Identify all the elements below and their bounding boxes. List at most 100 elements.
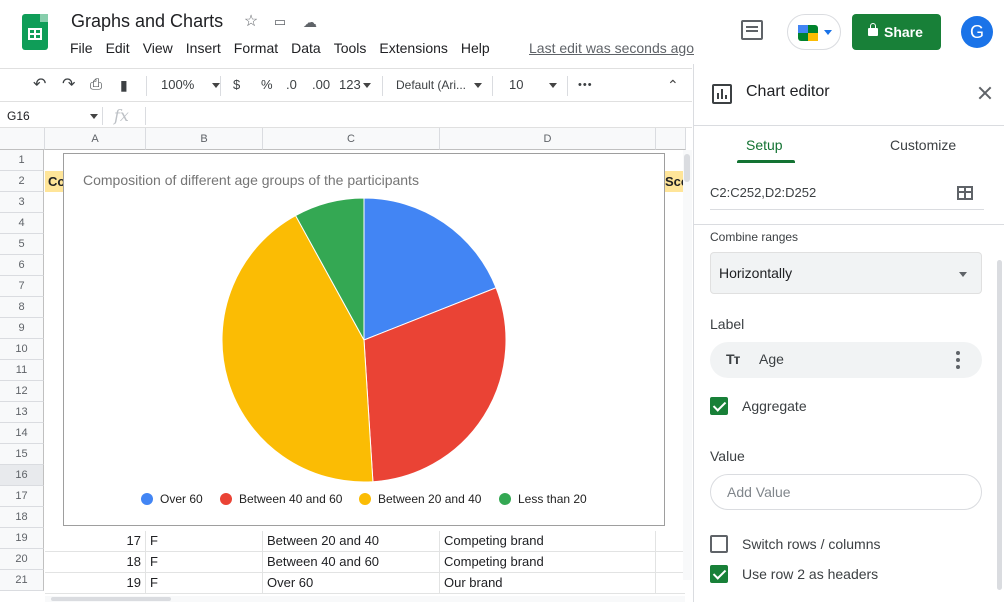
- row-header[interactable]: 9: [0, 318, 44, 339]
- row-header[interactable]: 17: [0, 486, 44, 507]
- row-header[interactable]: 8: [0, 297, 44, 318]
- column-header-e[interactable]: [656, 128, 686, 150]
- zoom-select[interactable]: 100%: [161, 69, 221, 101]
- cloud-status-icon[interactable]: ☁: [300, 12, 320, 32]
- tab-setup[interactable]: Setup: [746, 137, 783, 153]
- switch-rows-columns-label[interactable]: Switch rows / columns: [742, 536, 880, 552]
- row-header[interactable]: 11: [0, 360, 44, 381]
- cell-d[interactable]: Competing brand: [440, 552, 656, 572]
- name-box[interactable]: G16: [7, 109, 30, 123]
- table-row[interactable]: 18 F Between 40 and 60 Competing brand: [45, 552, 685, 573]
- pie-chart-plot[interactable]: [64, 154, 664, 484]
- row-header[interactable]: 16: [0, 465, 44, 486]
- label-chip[interactable]: Tт Age: [710, 342, 982, 378]
- row-header[interactable]: 14: [0, 423, 44, 444]
- scrollbar-thumb[interactable]: [51, 597, 171, 601]
- select-range-icon[interactable]: [957, 186, 973, 200]
- menu-file[interactable]: File: [70, 40, 93, 56]
- comment-history-icon[interactable]: [741, 20, 763, 40]
- table-row[interactable]: 17 F Between 20 and 40 Competing brand: [45, 531, 685, 552]
- increase-decimal-button[interactable]: .00: [312, 69, 330, 101]
- row-header[interactable]: 2: [0, 171, 44, 192]
- cell-c[interactable]: Between 40 and 60: [263, 552, 440, 572]
- last-edit-link[interactable]: Last edit was seconds ago: [529, 40, 694, 56]
- cell-d[interactable]: Our brand: [440, 573, 656, 593]
- pie-chart[interactable]: Composition of different age groups of t…: [63, 153, 665, 526]
- decrease-decimal-button[interactable]: .0: [286, 69, 297, 101]
- star-icon[interactable]: ☆: [241, 12, 261, 32]
- redo-icon[interactable]: ↷: [62, 69, 75, 101]
- font-size-select[interactable]: 10: [509, 69, 558, 101]
- currency-format-button[interactable]: $: [233, 69, 240, 101]
- cell-b[interactable]: F: [146, 573, 263, 593]
- close-icon[interactable]: [976, 84, 994, 102]
- meet-button[interactable]: [787, 14, 841, 50]
- more-options-icon[interactable]: •••: [578, 69, 593, 101]
- share-button[interactable]: Share: [852, 14, 941, 50]
- collapse-toolbar-icon[interactable]: ⌃: [667, 69, 679, 101]
- sheets-logo-icon[interactable]: [22, 14, 48, 50]
- row-header[interactable]: 21: [0, 570, 44, 591]
- column-header-a[interactable]: A: [45, 128, 146, 150]
- row-header[interactable]: 20: [0, 549, 44, 570]
- row-header[interactable]: 15: [0, 444, 44, 465]
- paint-format-icon[interactable]: ▮: [120, 69, 128, 101]
- table-row[interactable]: 19 F Over 60 Our brand: [45, 573, 685, 594]
- add-value-field[interactable]: Add Value: [710, 474, 982, 510]
- row-header[interactable]: 19: [0, 528, 44, 549]
- row-header[interactable]: 7: [0, 276, 44, 297]
- cell-a[interactable]: 19: [45, 573, 146, 593]
- use-headers-label[interactable]: Use row 2 as headers: [742, 566, 878, 582]
- combine-ranges-select[interactable]: Horizontally: [710, 252, 982, 294]
- aggregate-label[interactable]: Aggregate: [742, 398, 807, 414]
- number-format-select[interactable]: 123: [339, 69, 371, 101]
- avatar[interactable]: G: [961, 16, 993, 48]
- switch-rows-columns-checkbox[interactable]: [710, 535, 728, 553]
- font-select[interactable]: Default (Ari...: [396, 69, 483, 101]
- cell-c[interactable]: Over 60: [263, 573, 440, 593]
- tab-customize[interactable]: Customize: [890, 137, 956, 153]
- header-cell-a2[interactable]: Co: [45, 171, 65, 192]
- menu-insert[interactable]: Insert: [186, 40, 221, 56]
- more-vert-icon[interactable]: [956, 351, 960, 369]
- menu-view[interactable]: View: [143, 40, 173, 56]
- select-all-corner[interactable]: [0, 128, 45, 150]
- undo-icon[interactable]: ↶: [33, 69, 46, 101]
- menu-extensions[interactable]: Extensions: [379, 40, 447, 56]
- aggregate-checkbox[interactable]: [710, 397, 728, 415]
- use-headers-checkbox[interactable]: [710, 565, 728, 583]
- row-header[interactable]: 3: [0, 192, 44, 213]
- menu-format[interactable]: Format: [234, 40, 278, 56]
- document-title[interactable]: Graphs and Charts: [71, 11, 223, 32]
- cell-b[interactable]: F: [146, 552, 263, 572]
- menu-help[interactable]: Help: [461, 40, 490, 56]
- cell-a[interactable]: 18: [45, 552, 146, 572]
- cell-b[interactable]: F: [146, 531, 263, 551]
- menu-tools[interactable]: Tools: [334, 40, 367, 56]
- row-header[interactable]: 18: [0, 507, 44, 528]
- row-header[interactable]: 6: [0, 255, 44, 276]
- vertical-scrollbar[interactable]: [683, 150, 692, 580]
- cell-c[interactable]: Between 20 and 40: [263, 531, 440, 551]
- percent-format-button[interactable]: %: [261, 69, 273, 101]
- print-icon[interactable]: ⎙: [90, 69, 102, 101]
- column-header-c[interactable]: C: [263, 128, 440, 150]
- row-header[interactable]: 10: [0, 339, 44, 360]
- cell-a[interactable]: 17: [45, 531, 146, 551]
- row-header[interactable]: 13: [0, 402, 44, 423]
- scrollbar-thumb[interactable]: [684, 154, 690, 182]
- move-folder-icon[interactable]: ▭: [270, 12, 290, 32]
- row-header[interactable]: 1: [0, 150, 44, 171]
- row-header[interactable]: 5: [0, 234, 44, 255]
- cell-d[interactable]: Competing brand: [440, 531, 656, 551]
- row-header[interactable]: 12: [0, 381, 44, 402]
- panel-scrollbar[interactable]: [997, 260, 1002, 590]
- formula-input[interactable]: [150, 104, 690, 128]
- chevron-down-icon[interactable]: [90, 114, 98, 119]
- column-header-b[interactable]: B: [146, 128, 263, 150]
- menu-edit[interactable]: Edit: [106, 40, 130, 56]
- horizontal-scrollbar[interactable]: [45, 596, 685, 602]
- column-header-d[interactable]: D: [440, 128, 656, 150]
- menu-data[interactable]: Data: [291, 40, 321, 56]
- data-range-input[interactable]: C2:C252,D2:D252: [710, 185, 816, 200]
